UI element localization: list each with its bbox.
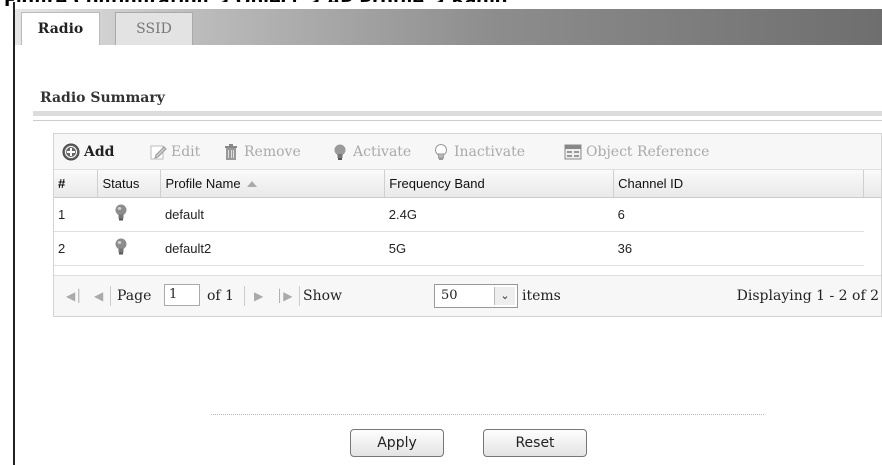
col-header-frequency-band-label: Frequency Band — [389, 175, 485, 191]
previous-page-icon[interactable]: ◀ — [94, 286, 103, 306]
show-label: Show — [303, 288, 343, 304]
chevron-down-icon: ⌄ — [494, 287, 515, 305]
inactivate-button[interactable]: Inactivate — [432, 142, 525, 162]
object-reference-label: Object Reference — [586, 144, 710, 160]
col-header-index[interactable]: # — [54, 170, 99, 198]
row-frequency-band: 2.4G — [384, 197, 614, 232]
section-title: Radio Summary — [40, 90, 165, 106]
sort-ascending-icon — [246, 181, 257, 188]
row-profile-name: default2 — [160, 231, 385, 266]
table-row[interactable]: 1 default 2.4G 6 — [54, 197, 864, 232]
edit-button[interactable]: Edit — [149, 142, 200, 162]
activate-button[interactable]: Activate — [331, 142, 411, 162]
remove-button[interactable]: Remove — [222, 142, 301, 162]
col-header-profile-name-label: Profile Name — [165, 175, 241, 191]
add-circle-icon — [62, 143, 80, 161]
section-divider — [33, 111, 882, 116]
add-button[interactable]: Add — [62, 142, 114, 162]
page-number-input[interactable]: 1 — [164, 284, 200, 306]
toolbar: Add Edit Remove Activate Inactivate Obje… — [54, 134, 881, 170]
configuration-panel: Radio SSID Radio Summary Add Edit Remove… — [13, 2, 882, 465]
pagination-bar: ◀│ ◀ Page 1 of 1 ▶ │▶ Show 50 ⌄ items Di… — [54, 275, 881, 316]
radio-table: # Status Profile Name Frequency Band Cha… — [54, 170, 864, 266]
radio-summary-grid: Add Edit Remove Activate Inactivate Obje… — [53, 133, 882, 317]
items-per-page-value: 50 — [441, 288, 458, 303]
pager-separator — [299, 286, 300, 306]
displaying-summary: Displaying 1 - 2 of 2 — [736, 288, 879, 304]
page-count-label: of 1 — [207, 288, 234, 304]
apply-button[interactable]: Apply — [350, 429, 444, 457]
object-reference-button[interactable]: Object Reference — [564, 142, 709, 162]
page-label: Page — [117, 288, 152, 304]
next-page-icon[interactable]: ▶ — [254, 286, 263, 306]
row-channel-id: 6 — [613, 197, 864, 232]
pager-separator — [110, 286, 111, 306]
inactivate-label: Inactivate — [454, 144, 526, 160]
add-label: Add — [84, 144, 115, 160]
row-channel-id: 36 — [613, 231, 864, 266]
items-label: items — [522, 288, 561, 304]
col-header-frequency-band[interactable]: Frequency Band — [384, 170, 615, 198]
row-index: 2 — [54, 231, 98, 266]
table-header-row: # Status Profile Name Frequency Band Cha… — [54, 170, 864, 198]
remove-label: Remove — [244, 144, 301, 160]
tab-radio[interactable]: Radio — [21, 12, 100, 45]
row-index: 1 — [54, 197, 98, 232]
col-header-channel-id-label: Channel ID — [618, 175, 684, 191]
object-reference-icon — [564, 144, 582, 160]
col-header-profile-name[interactable]: Profile Name — [160, 170, 386, 198]
reset-button[interactable]: Reset — [483, 429, 587, 457]
row-status — [97, 231, 161, 266]
status-bulb-icon — [115, 238, 127, 254]
col-header-status[interactable]: Status — [97, 170, 162, 198]
header-filler — [864, 170, 881, 198]
section-divider-thin — [33, 120, 882, 121]
row-profile-name: default — [160, 197, 385, 232]
status-bulb-icon — [115, 204, 127, 220]
activate-label: Activate — [353, 144, 412, 160]
col-header-channel-id[interactable]: Channel ID — [613, 170, 864, 198]
bulb-off-icon — [435, 144, 447, 160]
items-per-page-select[interactable]: 50 ⌄ — [434, 284, 518, 308]
edit-pencil-icon — [150, 145, 167, 160]
row-frequency-band: 5G — [384, 231, 614, 266]
pager-separator — [244, 286, 245, 306]
tab-bar: Radio SSID — [15, 9, 882, 45]
trash-icon — [225, 144, 237, 160]
footer-divider — [211, 414, 764, 415]
col-header-index-label: # — [58, 175, 66, 191]
last-page-icon[interactable]: │▶ — [276, 286, 292, 306]
edit-label: Edit — [171, 144, 201, 160]
row-status — [97, 197, 161, 232]
tab-ssid[interactable]: SSID — [115, 12, 193, 45]
first-page-icon[interactable]: ◀│ — [66, 286, 82, 306]
table-row[interactable]: 2 default2 5G 36 — [54, 231, 864, 266]
bulb-on-icon — [334, 144, 346, 160]
col-header-status-label: Status — [102, 175, 140, 191]
